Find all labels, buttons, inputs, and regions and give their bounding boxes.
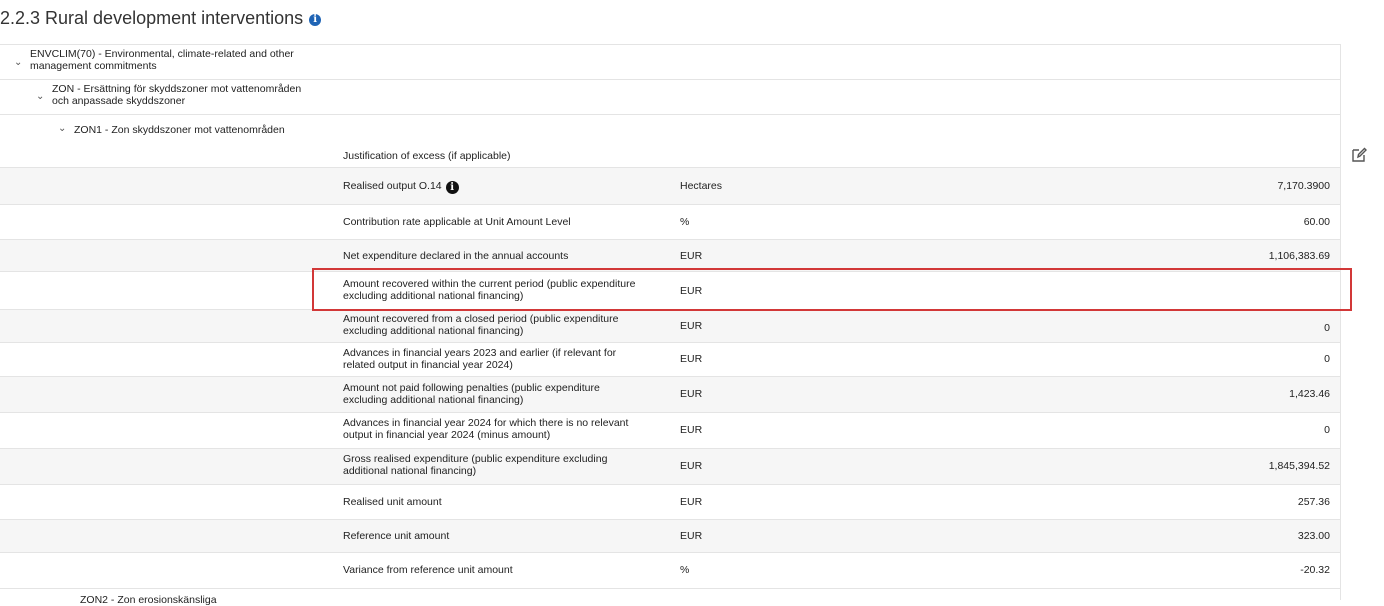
row-value: 0 [1324,353,1330,365]
row-label-line2: excluding additional national financing) [343,394,524,406]
row-unit: EUR [680,530,703,542]
row-label-text: Realised output O.14 [343,180,442,192]
row-value: 1,106,383.69 [1268,250,1330,262]
info-circle-black-icon[interactable]: i [445,181,459,194]
row-label: Advances in financial year 2024 for whic… [343,417,663,441]
row-value: 7,170.3900 [1277,180,1330,192]
row-label: Realised output O.14 i [343,180,663,194]
row-unit: EUR [680,460,703,472]
tree-row-zon1[interactable]: ⌄ ZON1 - Zon skyddszoner mot vattenområd… [0,114,1340,145]
section-title-text: 2.2.3 Rural development interventions [0,8,304,28]
row-label: Justification of excess (if applicable) [343,150,511,162]
row-unit: % [680,564,690,576]
row-label: Variance from reference unit amount [343,564,513,576]
row-value: 1,845,394.52 [1268,460,1330,472]
row-unit: Hectares [680,180,723,192]
table-row: Amount recovered from a closed period (p… [0,310,1340,343]
row-label-line1: Amount recovered from a closed period (p… [343,313,619,325]
edit-icon[interactable] [1350,146,1368,164]
row-label: Realised unit amount [343,496,442,508]
tree-row-zon[interactable]: ⌄ ZON - Ersättning för skyddszoner mot v… [0,79,1340,114]
row-unit: EUR [680,496,703,508]
highlight-box [312,268,1352,311]
row-unit: EUR [680,320,703,332]
row-label-line1: Advances in financial year 2024 for whic… [343,417,629,429]
chevron-down-icon[interactable]: ⌄ [58,124,68,134]
tree-label-zon-line2: och anpassade skyddszoner [52,95,186,107]
page-title: 2.2.3 Rural development interventions i [0,8,322,29]
row-unit: EUR [680,424,703,436]
row-value: -20.32 [1300,564,1330,576]
chevron-down-icon[interactable]: ⌄ [36,92,46,102]
table-row: Gross realised expenditure (public expen… [0,449,1340,485]
row-unit: % [680,216,690,228]
tree-label-envclim: ENVCLIM(70) - Environmental, climate-rel… [30,48,294,72]
tree-label-zon: ZON - Ersättning för skyddszoner mot vat… [52,83,301,107]
row-value: 0 [1324,424,1330,436]
table-row: Reference unit amount EUR 323.00 [0,520,1340,553]
tree-label-envclim-line1: ENVCLIM(70) - Environmental, climate-rel… [30,48,294,60]
row-value: 257.36 [1297,496,1330,508]
table-row: Advances in financial years 2023 and ear… [0,343,1340,377]
row-label-line2: related output in financial year 2024) [343,359,513,371]
table-row: Variance from reference unit amount % -2… [0,553,1340,589]
row-label-line1: Advances in financial years 2023 and ear… [343,347,617,359]
table-row: Contribution rate applicable at Unit Amo… [0,205,1340,240]
table-row: Amount not paid following penalties (pub… [0,377,1340,413]
table-row: Realised output O.14 i Hectares 7,170.390… [0,168,1340,205]
row-unit: EUR [680,250,703,262]
row-label: Advances in financial years 2023 and ear… [343,347,663,371]
row-label-line2: output in financial year 2024 (minus amo… [343,429,551,441]
column-divider [1340,44,1341,600]
row-label-line1: Gross realised expenditure (public expen… [343,453,608,465]
row-unit: EUR [680,353,703,365]
row-label: Gross realised expenditure (public expen… [343,453,663,477]
row-value: 1,423.46 [1289,388,1330,400]
row-label: Amount recovered from a closed period (p… [343,313,663,337]
tree-label-zon-line1: ZON - Ersättning för skyddszoner mot vat… [52,83,302,95]
table-row: Realised unit amount EUR 257.36 [0,485,1340,520]
row-label-line1: Amount not paid following penalties (pub… [343,382,600,394]
row-unit: EUR [680,388,703,400]
row-label: Contribution rate applicable at Unit Amo… [343,216,571,228]
table-row: Advances in financial year 2024 for whic… [0,413,1340,449]
tree-label-zon2: ZON2 - Zon erosionskänsliga [80,594,217,606]
row-label: Amount not paid following penalties (pub… [343,382,663,406]
info-icon[interactable]: i [309,14,322,26]
tree-label-envclim-line2: management commitments [30,60,157,72]
table-row: Justification of excess (if applicable) [0,145,1340,168]
row-label: Reference unit amount [343,530,450,542]
row-label-line2: excluding additional national financing) [343,325,524,337]
row-value: 60.00 [1303,216,1330,228]
tree-label-zon1: ZON1 - Zon skyddszoner mot vattenområden [74,124,285,136]
tree-row-envclim[interactable]: ⌄ ENVCLIM(70) - Environmental, climate-r… [0,44,1340,79]
row-value: 0 [1324,322,1330,334]
chevron-down-icon[interactable]: ⌄ [14,58,24,68]
row-value: 323.00 [1297,530,1330,542]
row-label: Net expenditure declared in the annual a… [343,250,569,262]
row-label-line2: additional national financing) [343,465,477,477]
